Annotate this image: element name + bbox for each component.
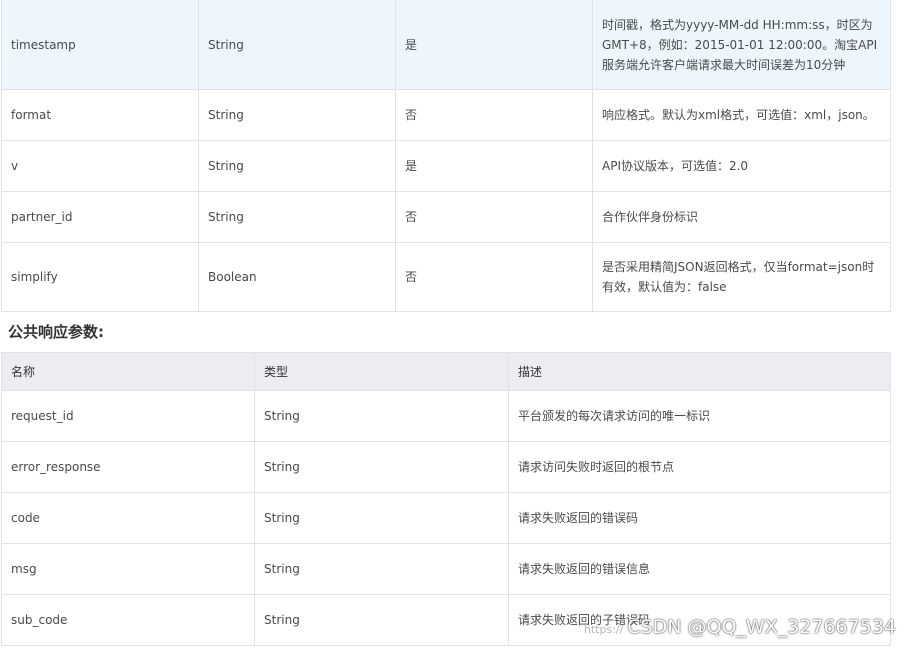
param-name: format <box>1 89 199 141</box>
column-header-description: 描述 <box>508 352 891 391</box>
param-type: String <box>198 89 396 141</box>
param-required: 否 <box>395 191 593 243</box>
response-description: 请求失败返回的错误信息 <box>508 543 891 595</box>
param-description: 响应格式。默认为xml格式，可选值：xml，json。 <box>592 89 891 141</box>
param-name: timestamp <box>1 0 199 90</box>
table-row: request_id String 平台颁发的每次请求访问的唯一标识 <box>1 390 891 442</box>
table-row: simplify Boolean 否 是否采用精简JSON返回格式，仅当form… <box>1 242 891 312</box>
table-row: msg String 请求失败返回的错误信息 <box>1 543 891 595</box>
section-title: 公共响应参数: <box>8 323 104 341</box>
param-required: 否 <box>395 242 593 312</box>
param-name: simplify <box>1 242 199 312</box>
param-type: String <box>198 191 396 243</box>
response-type: String <box>254 441 509 493</box>
request-params-table: timestamp String 是 时间戳，格式为yyyy-MM-dd HH:… <box>1 0 891 312</box>
watermark: https://CSDN @QQ_WX_327667534 <box>584 615 896 642</box>
param-name: partner_id <box>1 191 199 243</box>
response-description: 请求失败返回的错误码 <box>508 492 891 544</box>
param-required: 否 <box>395 89 593 141</box>
param-type: Boolean <box>198 242 396 312</box>
response-type: String <box>254 390 509 442</box>
param-required: 是 <box>395 140 593 192</box>
response-type: String <box>254 594 509 646</box>
response-description: 平台颁发的每次请求访问的唯一标识 <box>508 390 891 442</box>
response-name: request_id <box>1 390 255 442</box>
param-description: API协议版本，可选值：2.0 <box>592 140 891 192</box>
table-row: code String 请求失败返回的错误码 <box>1 492 891 544</box>
param-name: v <box>1 140 199 192</box>
param-description: 合作伙伴身份标识 <box>592 191 891 243</box>
table-row: partner_id String 否 合作伙伴身份标识 <box>1 191 891 243</box>
response-name: msg <box>1 543 255 595</box>
param-description: 时间戳，格式为yyyy-MM-dd HH:mm:ss，时区为GMT+8，例如：2… <box>592 0 891 90</box>
param-type: String <box>198 0 396 90</box>
response-type: String <box>254 492 509 544</box>
table-header-row: 名称 类型 描述 <box>1 352 891 391</box>
watermark-text: CSDN @QQ_WX_327667534 <box>627 616 896 638</box>
table-row: v String 是 API协议版本，可选值：2.0 <box>1 140 891 192</box>
watermark-url: https:// <box>583 623 624 636</box>
table-row: error_response String 请求访问失败时返回的根节点 <box>1 441 891 493</box>
table-row: format String 否 响应格式。默认为xml格式，可选值：xml，js… <box>1 89 891 141</box>
column-header-name: 名称 <box>1 352 255 391</box>
param-description: 是否采用精简JSON返回格式，仅当format=json时有效，默认值为：fal… <box>592 242 891 312</box>
response-name: error_response <box>1 441 255 493</box>
response-type: String <box>254 543 509 595</box>
page: timestamp String 是 时间戳，格式为yyyy-MM-dd HH:… <box>0 0 910 648</box>
response-name: code <box>1 492 255 544</box>
response-name: sub_code <box>1 594 255 646</box>
response-params-table: 名称 类型 描述 request_id String 平台颁发的每次请求访问的唯… <box>1 352 891 646</box>
column-header-type: 类型 <box>254 352 509 391</box>
table-row: timestamp String 是 时间戳，格式为yyyy-MM-dd HH:… <box>1 0 891 90</box>
param-required: 是 <box>395 0 593 90</box>
response-description: 请求访问失败时返回的根节点 <box>508 441 891 493</box>
param-type: String <box>198 140 396 192</box>
